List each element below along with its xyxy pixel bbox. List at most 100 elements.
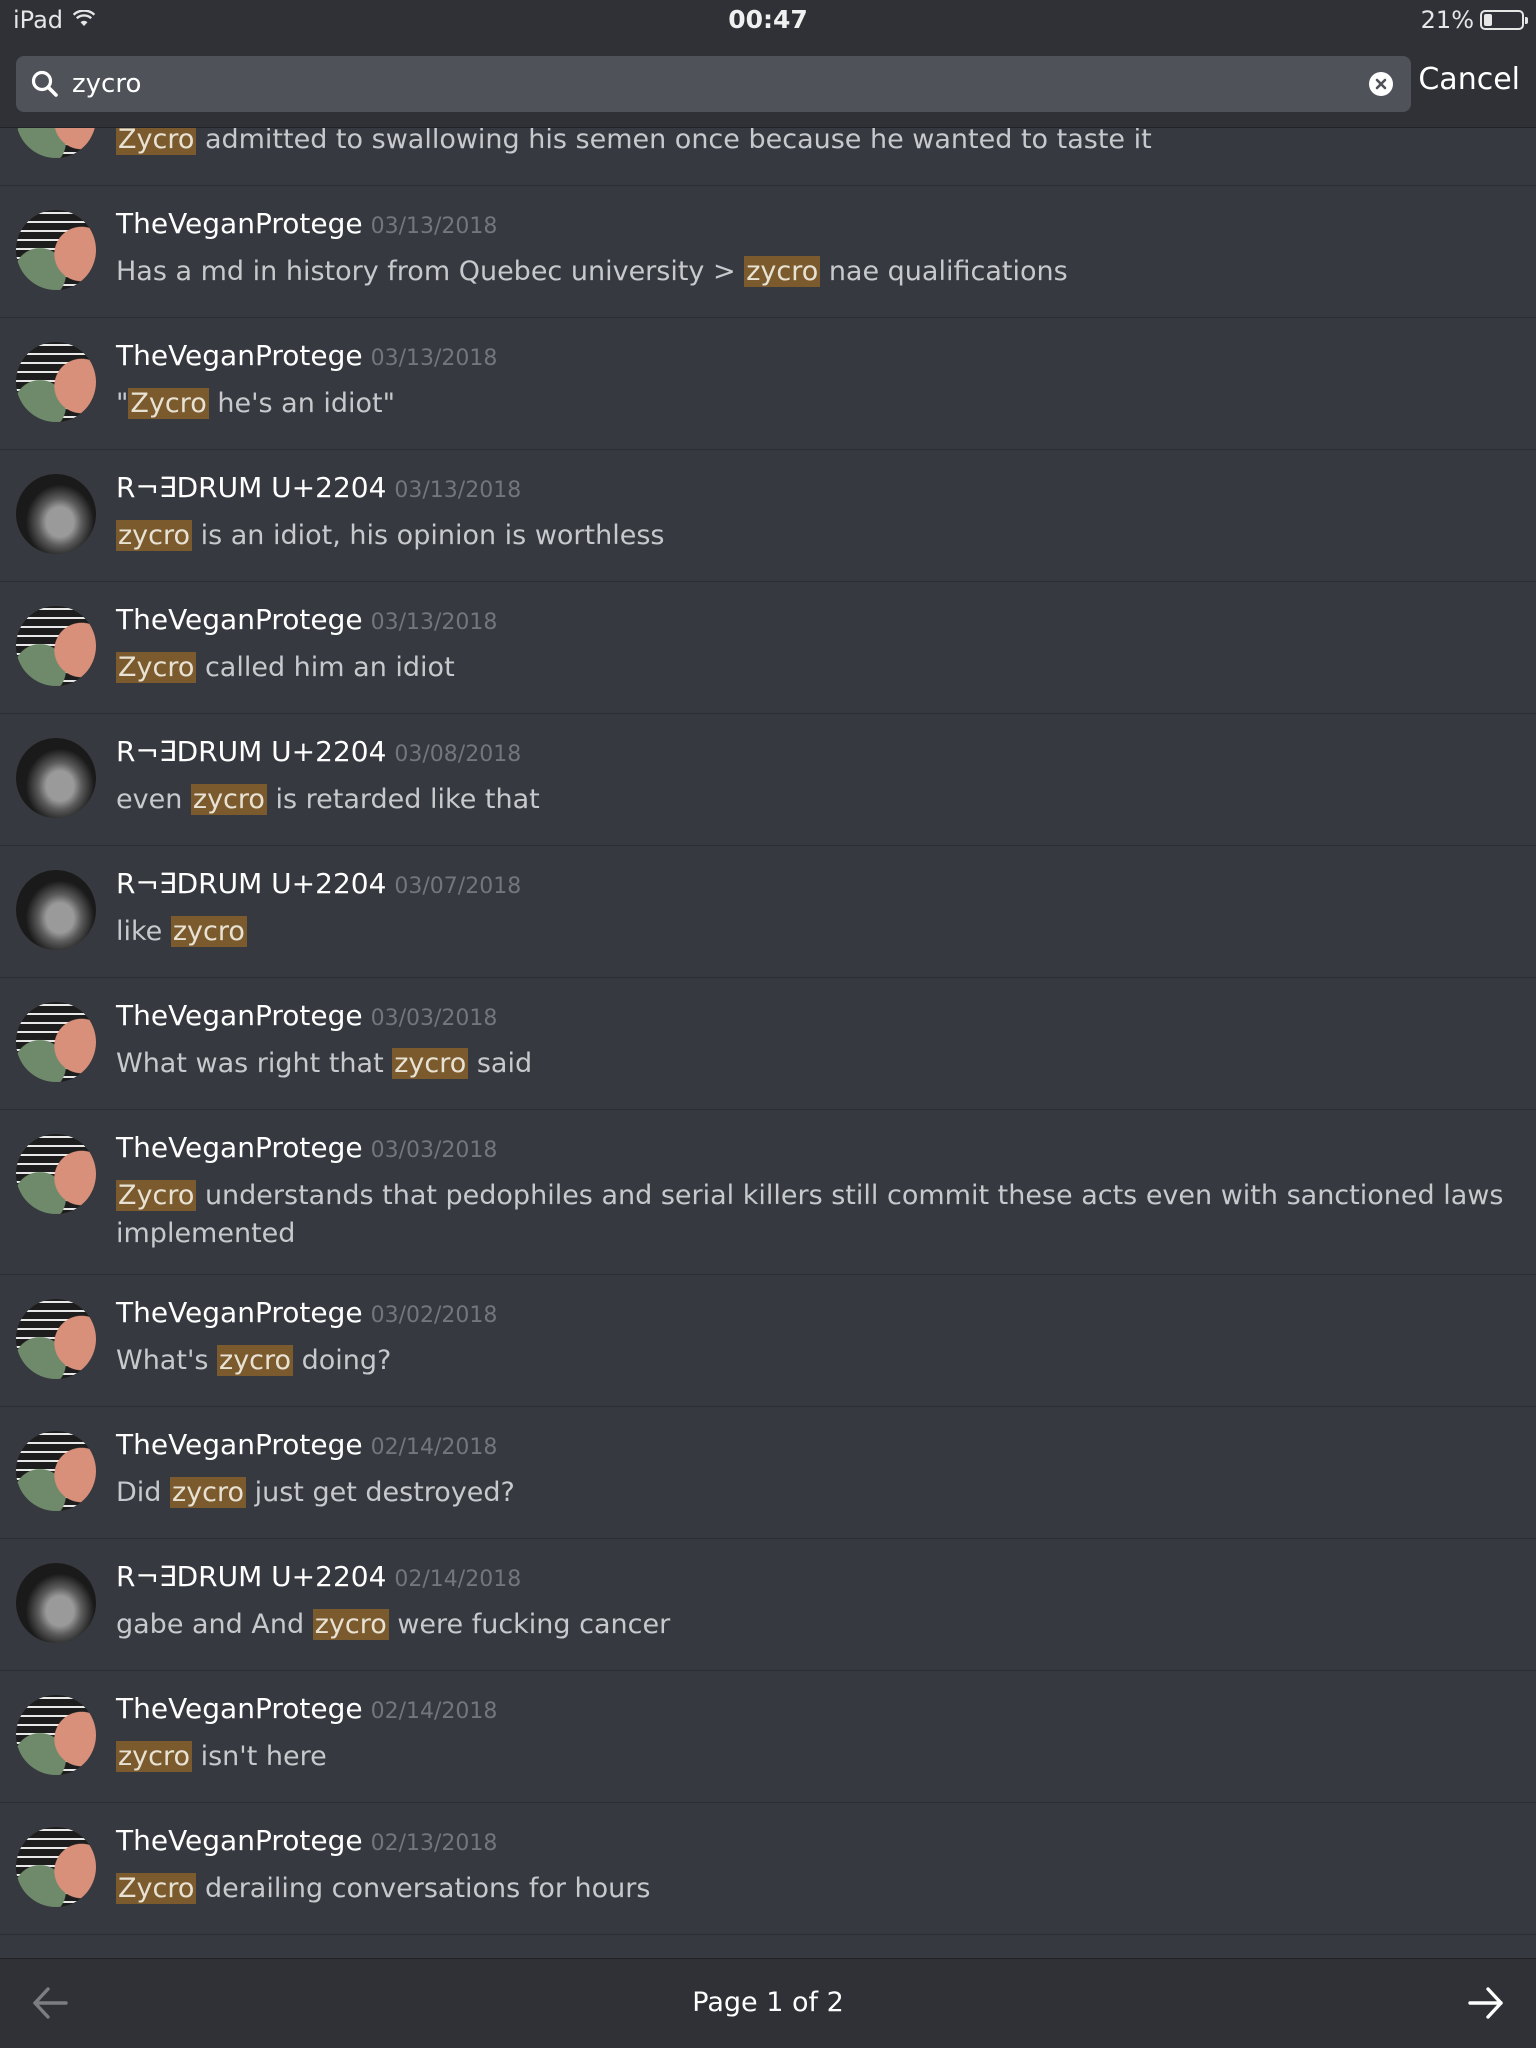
avatar[interactable] [16, 128, 96, 158]
message-text: What's zycro doing? [116, 1342, 1520, 1380]
author-name[interactable]: TheVeganProtege [116, 999, 363, 1032]
message-date: 03/07/2018 [394, 874, 522, 899]
message-text: Did zycro just get destroyed? [116, 1474, 1520, 1512]
author-name[interactable]: R¬∃DRUM U+2204 [116, 471, 386, 504]
search-input[interactable] [72, 56, 1342, 112]
message-text: What was right that zycro said [116, 1045, 1520, 1083]
message-text-segment: is retarded like that [266, 784, 540, 815]
search-highlight: zycro [170, 1477, 247, 1508]
result-header: R¬∃DRUM U+2204 02/14/2018 [116, 1560, 1520, 1600]
avatar[interactable] [16, 1002, 96, 1082]
results-list: Zycro admitted to swallowing his semen o… [0, 128, 1536, 1935]
message-text-segment: just get destroyed? [246, 1477, 515, 1508]
author-name[interactable]: TheVeganProtege [116, 1428, 363, 1461]
search-highlight: Zycro [116, 1873, 197, 1904]
avatar[interactable] [16, 606, 96, 686]
result-item[interactable]: TheVeganProtege 03/13/2018 Has a md in his… [0, 186, 1536, 318]
message-date: 03/03/2018 [370, 1138, 498, 1163]
author-name[interactable]: R¬∃DRUM U+2204 [116, 867, 386, 900]
message-text-segment: is an idiot, his opinion is worthless [192, 520, 665, 551]
message-text-segment: Did [116, 1477, 171, 1508]
avatar[interactable] [16, 738, 96, 818]
search-highlight: Zycro [116, 652, 197, 683]
search-icon [30, 69, 60, 103]
search-highlight: Zycro [116, 1180, 197, 1211]
message-text-segment: said [468, 1048, 533, 1079]
result-item[interactable]: Zycro admitted to swallowing his semen o… [0, 128, 1536, 186]
author-name[interactable]: R¬∃DRUM U+2204 [116, 1560, 386, 1593]
avatar[interactable] [16, 210, 96, 290]
result-header: TheVeganProtege 03/13/2018 [116, 207, 1520, 247]
result-item[interactable]: R¬∃DRUM U+2204 02/14/2018 gabe and And zyc… [0, 1539, 1536, 1671]
result-item[interactable]: TheVeganProtege 02/13/2018 Zycro derailing… [0, 1803, 1536, 1935]
message-date: 02/14/2018 [370, 1435, 498, 1460]
author-name[interactable]: TheVeganProtege [116, 339, 363, 372]
search-highlight: Zycro [128, 388, 209, 419]
message-text: Zycro understands that pedophiles and se… [116, 1177, 1520, 1253]
pagination-bar: Page 1 of 2 [0, 1958, 1536, 2048]
result-header: R¬∃DRUM U+2204 03/13/2018 [116, 471, 1520, 511]
result-item[interactable]: TheVeganProtege 03/13/2018 "Zycro he's an … [0, 318, 1536, 450]
search-highlight: zycro [392, 1048, 469, 1079]
result-item[interactable]: R¬∃DRUM U+2204 03/13/2018 zycro is an idio… [0, 450, 1536, 582]
avatar[interactable] [16, 1563, 96, 1643]
message-text-segment: Has a md in history from Quebec universi… [116, 256, 745, 287]
search-highlight: zycro [116, 1741, 193, 1772]
result-item[interactable]: R¬∃DRUM U+2204 03/08/2018 even zycro is re… [0, 714, 1536, 846]
message-date: 02/14/2018 [394, 1567, 522, 1592]
avatar[interactable] [16, 1134, 96, 1214]
message-text-segment: isn't here [192, 1741, 327, 1772]
author-name[interactable]: TheVeganProtege [116, 1692, 363, 1725]
message-date: 02/14/2018 [370, 1699, 498, 1724]
avatar[interactable] [16, 1695, 96, 1775]
message-text-segment: even [116, 784, 191, 815]
author-name[interactable]: TheVeganProtege [116, 1824, 363, 1857]
result-header: TheVeganProtege 02/14/2018 [116, 1428, 1520, 1468]
search-header: Cancel [0, 42, 1536, 128]
author-name[interactable]: TheVeganProtege [116, 1296, 363, 1329]
author-name[interactable]: TheVeganProtege [116, 1131, 363, 1164]
avatar[interactable] [16, 1431, 96, 1511]
avatar[interactable] [16, 342, 96, 422]
message-text-segment: called him an idiot [196, 652, 455, 683]
search-highlight: zycro [170, 916, 247, 947]
search-highlight: zycro [190, 784, 267, 815]
search-box[interactable] [16, 56, 1411, 112]
avatar[interactable] [16, 1827, 96, 1907]
battery-icon [1480, 10, 1528, 30]
result-item[interactable]: TheVeganProtege 03/02/2018 What's zycro do… [0, 1275, 1536, 1407]
result-header: TheVeganProtege 02/13/2018 [116, 1824, 1520, 1864]
message-date: 03/02/2018 [370, 1303, 498, 1328]
avatar[interactable] [16, 870, 96, 950]
message-text-segment: like [116, 916, 171, 947]
author-name[interactable]: R¬∃DRUM U+2204 [116, 735, 386, 768]
clear-icon[interactable] [1369, 72, 1393, 96]
message-text-segment: nae qualifications [820, 256, 1068, 287]
avatar[interactable] [16, 474, 96, 554]
message-text: even zycro is retarded like that [116, 781, 1520, 819]
message-date: 02/13/2018 [370, 1831, 498, 1856]
message-text-segment: admitted to swallowing his semen once be… [196, 128, 1152, 155]
result-item[interactable]: R¬∃DRUM U+2204 03/07/2018 like zycro [0, 846, 1536, 978]
result-item[interactable]: TheVeganProtege 02/14/2018 Did zycro just … [0, 1407, 1536, 1539]
cancel-button[interactable]: Cancel [1418, 62, 1520, 97]
message-date: 03/13/2018 [370, 610, 498, 635]
result-item[interactable]: TheVeganProtege 03/13/2018 Zycro called hi… [0, 582, 1536, 714]
author-name[interactable]: TheVeganProtege [116, 603, 363, 636]
author-name[interactable]: TheVeganProtege [116, 207, 363, 240]
message-text: like zycro [116, 913, 1520, 951]
avatar[interactable] [16, 1299, 96, 1379]
message-date: 03/13/2018 [394, 478, 522, 503]
page-indicator: Page 1 of 2 [692, 1987, 844, 2018]
result-header: TheVeganProtege 03/13/2018 [116, 339, 1520, 379]
result-item[interactable]: TheVeganProtege 03/03/2018 What was right … [0, 978, 1536, 1110]
result-item[interactable]: TheVeganProtege 03/03/2018 Zycro understan… [0, 1110, 1536, 1275]
result-header: R¬∃DRUM U+2204 03/07/2018 [116, 867, 1520, 907]
search-results[interactable]: Zycro admitted to swallowing his semen o… [0, 128, 1536, 1958]
arrow-right-icon[interactable] [1468, 1986, 1504, 2024]
status-right: 21% [1421, 6, 1528, 34]
search-highlight: zycro [312, 1609, 389, 1640]
result-item[interactable]: TheVeganProtege 02/14/2018 zycro isn't her… [0, 1671, 1536, 1803]
message-text-segment: What was right that [116, 1048, 393, 1079]
message-date: 03/13/2018 [370, 346, 498, 371]
